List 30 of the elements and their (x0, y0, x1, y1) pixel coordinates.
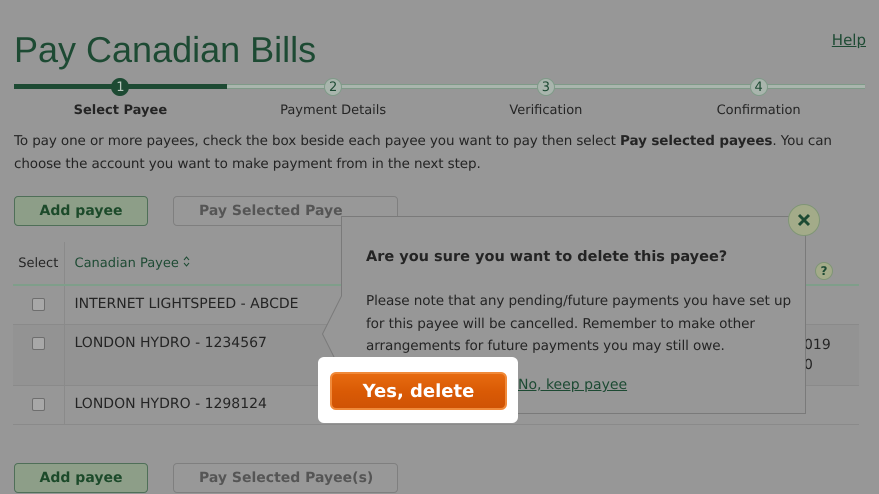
cancel-link[interactable]: No, keep payee (518, 377, 628, 393)
step-number: 2 (324, 78, 342, 96)
page-title: Pay Canadian Bills (14, 28, 316, 72)
row-checkbox[interactable] (32, 337, 45, 350)
close-button[interactable] (788, 204, 820, 236)
column-header: Select (13, 242, 64, 285)
help-button[interactable]: ? (815, 262, 833, 280)
payee-name: LONDON HYDRO - 1234567 (74, 335, 267, 351)
step-label: Confirmation (716, 103, 801, 118)
step-number: 1 (111, 78, 130, 96)
dialog-message: Please note that any pending/future payments you have set up for this payee will be cancelled. Remember to make other arrangements for future payments you may still owe. (366, 292, 792, 356)
step-label: Payment Details (280, 103, 386, 118)
pay-selected-button[interactable]: Pay Selected Paye (173, 196, 398, 226)
instructions: To pay one or more payees, check the box beside each payee you want to pay then select Pay selected payees. You can choose the account you want to make payment from in the next step. (14, 132, 833, 174)
dialog-title: Are you sure you want to delete this payee? (366, 249, 728, 265)
step-number: 3 (536, 78, 555, 96)
step-label: Select Payee (74, 103, 168, 118)
add-payee-button[interactable]: Add payee (14, 463, 148, 493)
pay-selected-button[interactable]: Pay Selected Payee(s) (173, 463, 398, 493)
delete-button[interactable]: Yes, delete (330, 372, 507, 410)
step-label: Verification (509, 103, 582, 118)
payee-name: INTERNET LIGHTSPEED - ABCDE (74, 296, 298, 312)
step-number: 4 (750, 78, 768, 96)
row-checkbox[interactable] (32, 298, 45, 311)
help-link[interactable]: Help (832, 31, 866, 49)
row-checkbox[interactable] (32, 398, 45, 411)
sort-icon[interactable] (183, 256, 190, 266)
close-icon[interactable] (797, 213, 811, 227)
payee-name: LONDON HYDRO - 1298124 (74, 396, 267, 412)
add-payee-button[interactable]: Add payee (14, 196, 148, 226)
